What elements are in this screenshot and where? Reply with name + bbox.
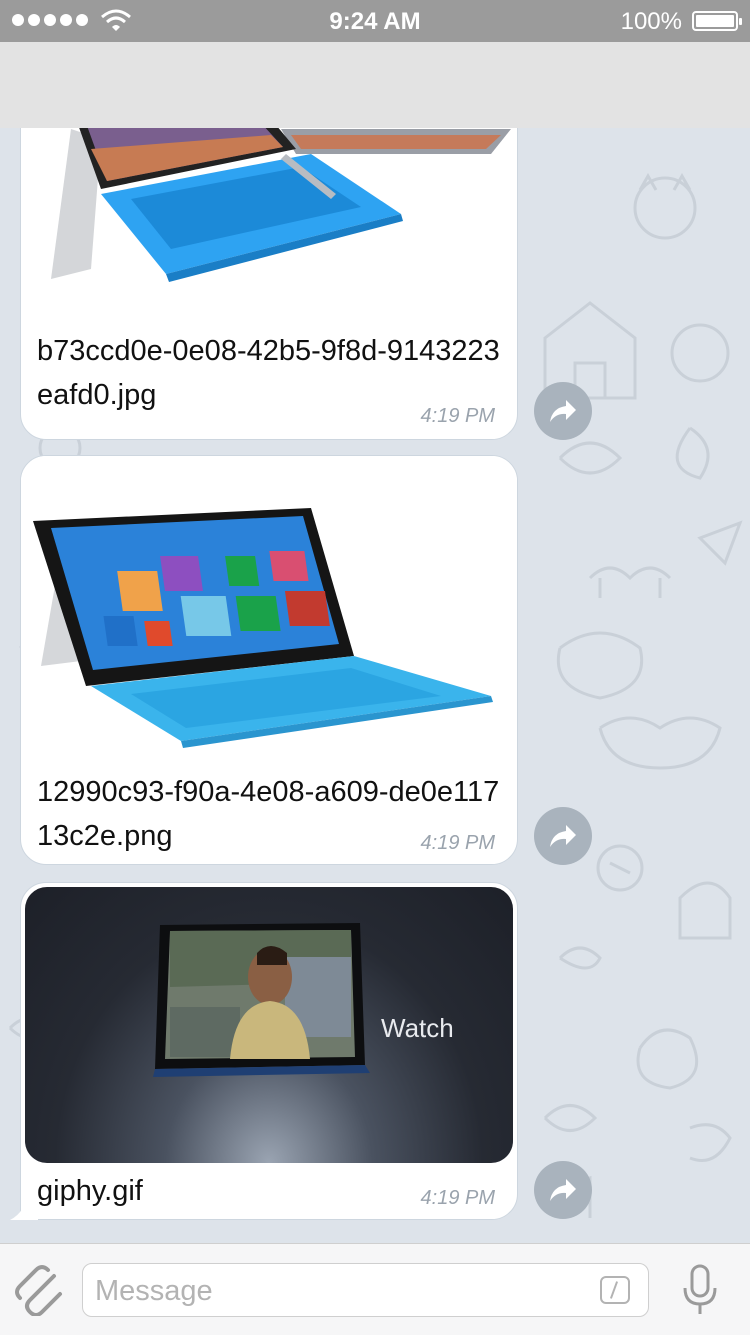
image-attachment[interactable] bbox=[21, 128, 517, 319]
surface-tablet-image bbox=[33, 508, 493, 748]
chat-area[interactable]: b73ccd0e-0e08-42b5-9f8d-9143223eafd0.jpg… bbox=[0, 128, 750, 1243]
status-bar: 9:24 AM 100% bbox=[0, 0, 750, 42]
command-slash-icon[interactable] bbox=[600, 1276, 630, 1304]
microphone-button[interactable] bbox=[680, 1264, 720, 1316]
message-bubble[interactable]: Watch giphy.gif 4:19 PM bbox=[20, 882, 518, 1220]
message-time: 4:19 PM bbox=[420, 832, 495, 854]
message-field[interactable] bbox=[82, 1263, 649, 1318]
forward-button[interactable] bbox=[534, 807, 592, 865]
battery-percentage: 100% bbox=[620, 8, 682, 35]
message-time: 4:19 PM bbox=[420, 405, 495, 427]
message-bubble[interactable]: 12990c93-f90a-4e08-a609-de0e11713c2e.png… bbox=[20, 455, 518, 865]
message-input[interactable] bbox=[93, 1264, 597, 1318]
surface-tablet-image bbox=[51, 128, 511, 282]
message-input-bar bbox=[0, 1243, 750, 1335]
gif-overlay-text: Watch bbox=[381, 1013, 454, 1043]
message-bubble[interactable]: b73ccd0e-0e08-42b5-9f8d-9143223eafd0.jpg… bbox=[20, 128, 518, 440]
share-arrow-icon bbox=[550, 400, 576, 422]
message-time: 4:19 PM bbox=[420, 1187, 495, 1209]
navigation-bar bbox=[0, 42, 750, 129]
bubble-tail bbox=[10, 1190, 38, 1220]
gif-attachment[interactable]: Watch bbox=[25, 887, 513, 1163]
share-arrow-icon bbox=[550, 1179, 576, 1201]
forward-button[interactable] bbox=[534, 1161, 592, 1219]
battery-icon bbox=[692, 11, 742, 31]
share-arrow-icon bbox=[550, 825, 576, 847]
image-attachment[interactable] bbox=[21, 456, 517, 756]
file-name: b73ccd0e-0e08-42b5-9f8d-9143223eafd0.jpg bbox=[37, 335, 500, 411]
forward-button[interactable] bbox=[534, 382, 592, 440]
attach-button[interactable] bbox=[14, 1264, 64, 1316]
